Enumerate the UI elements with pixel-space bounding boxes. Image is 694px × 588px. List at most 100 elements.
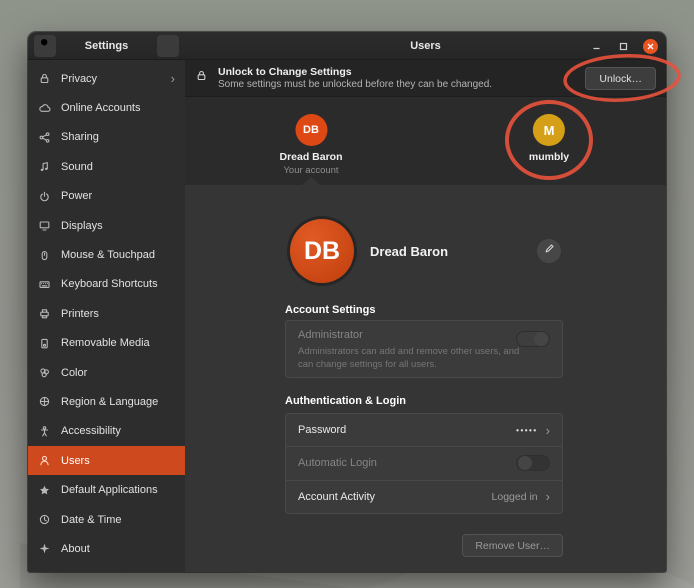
sidebar-item-label: Sound: [61, 161, 175, 173]
minimize-button[interactable]: [589, 39, 604, 54]
sidebar-item-privacy[interactable]: Privacy ›: [28, 64, 185, 93]
row-value: •••••: [516, 426, 538, 435]
sidebar-item-date-time[interactable]: Date & Time: [28, 505, 185, 534]
automatic-login-toggle[interactable]: [516, 455, 550, 471]
users-icon: [38, 454, 51, 467]
sidebar-item-label: Date & Time: [61, 514, 175, 526]
sidebar-item-region-language[interactable]: Region & Language: [28, 387, 185, 416]
administrator-description: Administrators can add and remove other …: [298, 346, 523, 372]
search-icon: [39, 37, 52, 55]
sidebar-item-label: Mouse & Touchpad: [61, 249, 175, 261]
pencil-icon: [543, 242, 556, 260]
unlock-banner: Unlock to Change Settings Some settings …: [185, 60, 666, 97]
sidebar-item-color[interactable]: Color: [28, 358, 185, 387]
keyboard-icon: [38, 278, 51, 291]
about-icon: [38, 542, 51, 555]
app-title: Settings: [85, 40, 128, 52]
administrator-toggle[interactable]: [516, 331, 550, 347]
sidebar-item-removable-media[interactable]: Removable Media: [28, 329, 185, 358]
row-label: Password: [298, 424, 508, 436]
power-icon: [38, 190, 51, 203]
users-panel: Unlock to Change Settings Some settings …: [185, 60, 666, 572]
search-button[interactable]: [34, 35, 56, 57]
accessibility-icon: [38, 425, 51, 438]
sidebar-item-accessibility[interactable]: Accessibility: [28, 417, 185, 446]
unlock-button[interactable]: Unlock…: [585, 67, 656, 90]
sidebar-item-label: Removable Media: [61, 337, 175, 349]
chevron-right-icon: ›: [546, 490, 550, 503]
settings-window: Settings Users: [28, 32, 666, 572]
sidebar-item-label: About: [61, 543, 175, 555]
selected-user-caret: [302, 177, 320, 185]
lock-icon: [195, 69, 208, 87]
sidebar-item-online-accounts[interactable]: Online Accounts: [28, 93, 185, 122]
star-icon: [38, 484, 51, 497]
administrator-card: Administrator Administrators can add and…: [285, 320, 563, 378]
page-title: Users: [410, 40, 441, 52]
sidebar-item-sound[interactable]: Sound: [28, 152, 185, 181]
sidebar-item-displays[interactable]: Displays: [28, 211, 185, 240]
row-account-activity[interactable]: Account Activity Logged in ›: [286, 480, 562, 513]
auth-card: Password ••••• › Automatic Login Account Act…: [285, 413, 563, 514]
edit-name-button[interactable]: [537, 239, 561, 263]
account-settings-heading: Account Settings: [285, 304, 375, 316]
user-subtitle: Your account: [279, 165, 342, 176]
avatar: M: [533, 114, 565, 146]
row-value: Logged in: [492, 491, 538, 503]
sidebar-item-label: Displays: [61, 220, 175, 232]
maximize-button[interactable]: [616, 39, 631, 54]
desktop: Settings Users: [0, 0, 694, 588]
sidebar-item-label: Printers: [61, 308, 175, 320]
titlebar[interactable]: Settings Users: [28, 32, 666, 60]
sidebar-item-label: Region & Language: [61, 396, 175, 408]
sidebar-item-label: Accessibility: [61, 425, 175, 437]
profile-name: Dread Baron: [370, 244, 448, 259]
chevron-right-icon: ›: [546, 424, 550, 437]
avatar: DB: [295, 114, 327, 146]
sidebar-item-printers[interactable]: Printers: [28, 299, 185, 328]
sidebar-item-about[interactable]: About: [28, 534, 185, 563]
row-label: Automatic Login: [298, 457, 508, 469]
row-automatic-login[interactable]: Automatic Login: [286, 446, 562, 479]
sidebar-item-default-applications[interactable]: Default Applications: [28, 475, 185, 504]
printer-icon: [38, 307, 51, 320]
row-password[interactable]: Password ••••• ›: [286, 414, 562, 446]
cloud-icon: [38, 102, 51, 115]
sidebar-item-power[interactable]: Power: [28, 182, 185, 211]
administrator-label: Administrator: [298, 329, 550, 341]
sidebar-item-label: Keyboard Shortcuts: [61, 278, 175, 290]
globe-icon: [38, 395, 51, 408]
user-card-mumbly[interactable]: Mmumbly: [529, 114, 569, 163]
menu-button[interactable]: [157, 35, 179, 57]
user-name: Dread Baron: [279, 151, 342, 163]
display-icon: [38, 219, 51, 232]
titlebar-main: Users: [185, 32, 666, 59]
sidebar-item-label: Online Accounts: [61, 102, 175, 114]
close-button[interactable]: [643, 39, 658, 54]
user-details: DB Dread Baron Account Settings Administ…: [185, 185, 666, 572]
chevron-right-icon: ›: [171, 72, 175, 85]
sidebar-item-label: Color: [61, 367, 175, 379]
sidebar-header: Settings: [28, 32, 185, 59]
sidebar-item-mouse-touchpad[interactable]: Mouse & Touchpad: [28, 240, 185, 269]
sidebar-item-label: Privacy: [61, 73, 161, 85]
sidebar-item-label: Power: [61, 190, 175, 202]
window-controls: [589, 32, 658, 60]
sidebar: Privacy › Online Accounts Sharing Sound Power…: [28, 60, 185, 572]
sidebar-item-label: Sharing: [61, 131, 175, 143]
remove-user-button[interactable]: Remove User…: [462, 534, 563, 557]
avatar[interactable]: DB: [290, 219, 354, 283]
sidebar-item-label: Users: [61, 455, 175, 467]
sidebar-item-sharing[interactable]: Sharing: [28, 123, 185, 152]
share-icon: [38, 131, 51, 144]
row-label: Account Activity: [298, 491, 484, 503]
sidebar-item-keyboard-shortcuts[interactable]: Keyboard Shortcuts: [28, 270, 185, 299]
user-card-dread-baron[interactable]: DB Dread Baron Your account: [279, 114, 342, 176]
media-icon: [38, 337, 51, 350]
user-carousel: DB Dread Baron Your account Mmumbly: [185, 97, 666, 185]
sidebar-item-users[interactable]: Users: [28, 446, 185, 475]
clock-icon: [38, 513, 51, 526]
user-name: mumbly: [529, 151, 569, 163]
color-icon: [38, 366, 51, 379]
lock-icon: [38, 72, 51, 85]
